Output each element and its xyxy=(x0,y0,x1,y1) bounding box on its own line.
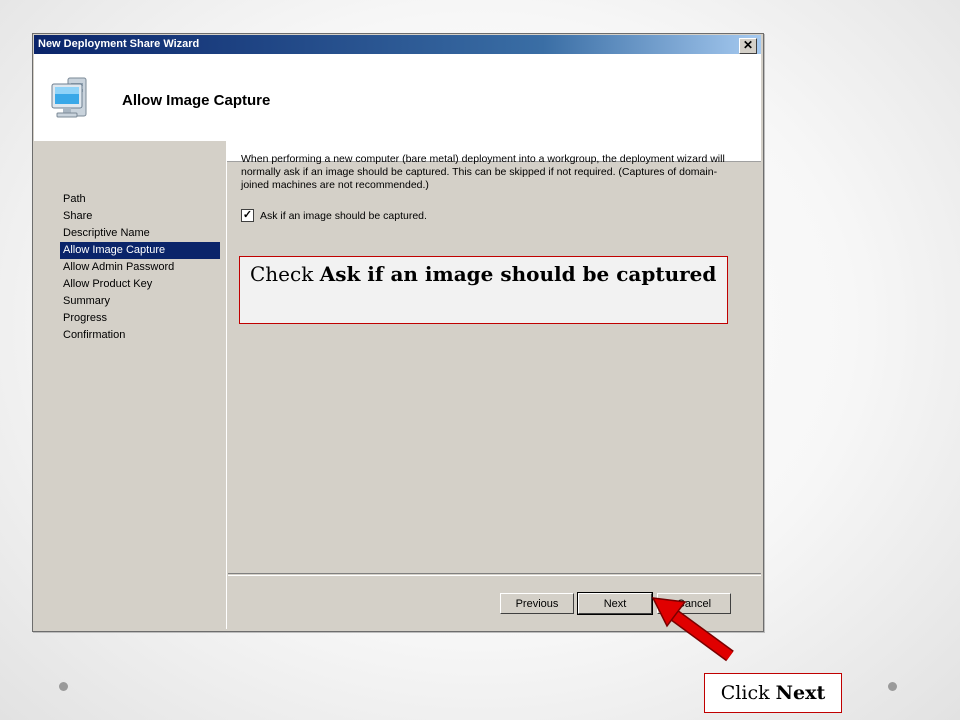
next-button[interactable]: Next xyxy=(577,592,653,615)
sidebar-item-progress: Progress xyxy=(63,312,108,324)
callout-prefix: Check xyxy=(250,262,320,286)
close-icon: ✕ xyxy=(742,38,754,52)
ask-capture-option[interactable]: ✓ Ask if an image should be captured. xyxy=(241,209,427,222)
wizard-content: When performing a new computer (bare met… xyxy=(228,141,761,573)
callout-bold: Ask if an image should be captured xyxy=(319,262,717,286)
page-title: Allow Image Capture xyxy=(122,92,271,109)
slide-dot-right xyxy=(888,682,897,691)
pointer-arrow-icon xyxy=(651,597,734,662)
description-text: When performing a new computer (bare met… xyxy=(241,153,725,191)
window-title: New Deployment Share Wizard xyxy=(38,38,200,50)
close-button[interactable]: ✕ xyxy=(739,38,757,54)
ask-capture-label: Ask if an image should be captured. xyxy=(260,209,427,222)
slide-dot-left xyxy=(59,682,68,691)
instruction-callout: Check Ask if an image should be captured xyxy=(239,256,728,324)
ask-capture-checkbox[interactable]: ✓ xyxy=(241,209,254,222)
title-bar: New Deployment Share Wizard ✕ xyxy=(34,35,761,54)
wizard-steps-sidebar: Path Share Descriptive Name Allow Image … xyxy=(34,141,227,629)
click-next-callout: Click Next xyxy=(704,673,842,713)
sidebar-item-confirmation: Confirmation xyxy=(63,329,126,341)
sidebar-item-summary: Summary xyxy=(63,295,111,307)
sidebar-item-allow-admin-password: Allow Admin Password xyxy=(63,261,175,273)
sidebar-item-descriptive-name: Descriptive Name xyxy=(63,227,150,239)
previous-button[interactable]: Previous xyxy=(500,593,574,614)
sidebar-item-allow-image-capture: Allow Image Capture xyxy=(60,242,220,259)
click-prefix: Click xyxy=(720,682,776,704)
click-bold: Next xyxy=(775,682,826,704)
sidebar-item-path: Path xyxy=(63,193,86,205)
sidebar-item-allow-product-key: Allow Product Key xyxy=(63,278,153,290)
computer-icon xyxy=(51,77,87,118)
wizard-window: New Deployment Share Wizard ✕ Allow Imag… xyxy=(32,33,764,632)
sidebar-item-share: Share xyxy=(63,210,93,222)
